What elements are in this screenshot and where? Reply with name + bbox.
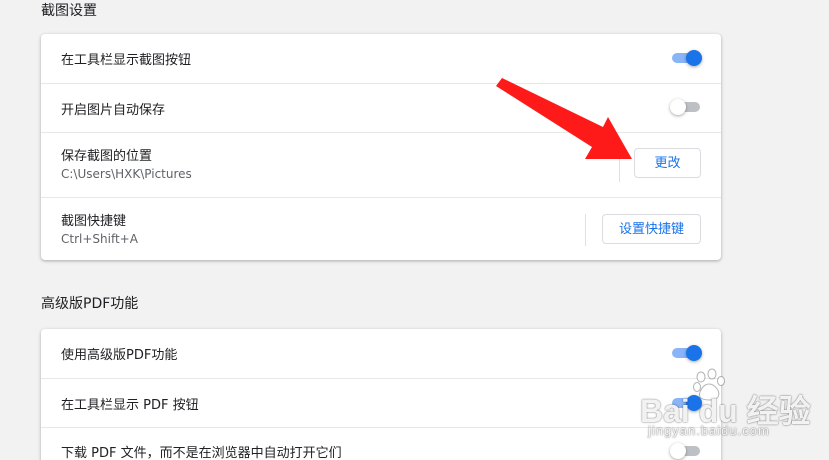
setting-row-auto-save: 开启图片自动保存 xyxy=(41,83,721,132)
setting-label: 下载 PDF 文件，而不是在浏览器中自动打开它们 xyxy=(61,446,342,460)
toggle-knob xyxy=(670,99,686,115)
section-title-screenshot: 截图设置 xyxy=(41,3,97,19)
setting-row-save-location: 保存截图的位置 C:\Users\HXK\Pictures 更改 xyxy=(41,132,721,197)
settings-page: 截图设置 在工具栏显示截图按钮 开启图片自动保存 保存截图的位置 C:\User… xyxy=(0,0,829,460)
toggle-knob xyxy=(670,443,686,459)
shortcut-value: Ctrl+Shift+A xyxy=(61,232,138,246)
vertical-divider xyxy=(619,150,620,182)
setting-row-show-pdf-button: 在工具栏显示 PDF 按钮 xyxy=(41,378,721,427)
advanced-pdf-card: 使用高级版PDF功能 在工具栏显示 PDF 按钮 下载 PDF 文件，而不是在浏… xyxy=(41,329,721,460)
setting-label: 截图快捷键 xyxy=(61,214,127,229)
setting-label: 在工具栏显示截图按钮 xyxy=(61,53,192,68)
setting-label: 在工具栏显示 PDF 按钮 xyxy=(61,398,199,413)
setting-label: 使用高级版PDF功能 xyxy=(61,348,178,363)
change-location-button[interactable]: 更改 xyxy=(634,148,701,178)
vertical-divider xyxy=(585,214,586,246)
setting-row-shortcut: 截图快捷键 Ctrl+Shift+A 设置快捷键 xyxy=(41,197,721,260)
toggle-knob xyxy=(686,345,702,361)
setting-row-advanced-pdf: 使用高级版PDF功能 xyxy=(41,329,721,378)
setting-row-show-screenshot-button: 在工具栏显示截图按钮 xyxy=(41,34,721,83)
set-shortcut-button[interactable]: 设置快捷键 xyxy=(602,214,701,244)
advanced-pdf-toggle[interactable] xyxy=(670,343,702,363)
setting-label: 开启图片自动保存 xyxy=(61,103,166,118)
setting-row-download-pdf: 下载 PDF 文件，而不是在浏览器中自动打开它们 xyxy=(41,427,721,460)
section-title-advanced-pdf: 高级版PDF功能 xyxy=(41,296,139,312)
toggle-knob xyxy=(686,50,702,66)
show-screenshot-button-toggle[interactable] xyxy=(670,48,702,68)
screenshot-settings-card: 在工具栏显示截图按钮 开启图片自动保存 保存截图的位置 C:\Users\HXK… xyxy=(41,34,721,260)
save-location-path: C:\Users\HXK\Pictures xyxy=(61,167,192,181)
auto-save-toggle[interactable] xyxy=(670,97,702,117)
toggle-knob xyxy=(686,395,702,411)
show-pdf-button-toggle[interactable] xyxy=(670,393,702,413)
download-pdf-toggle[interactable] xyxy=(670,441,702,460)
setting-label: 保存截图的位置 xyxy=(61,149,153,164)
